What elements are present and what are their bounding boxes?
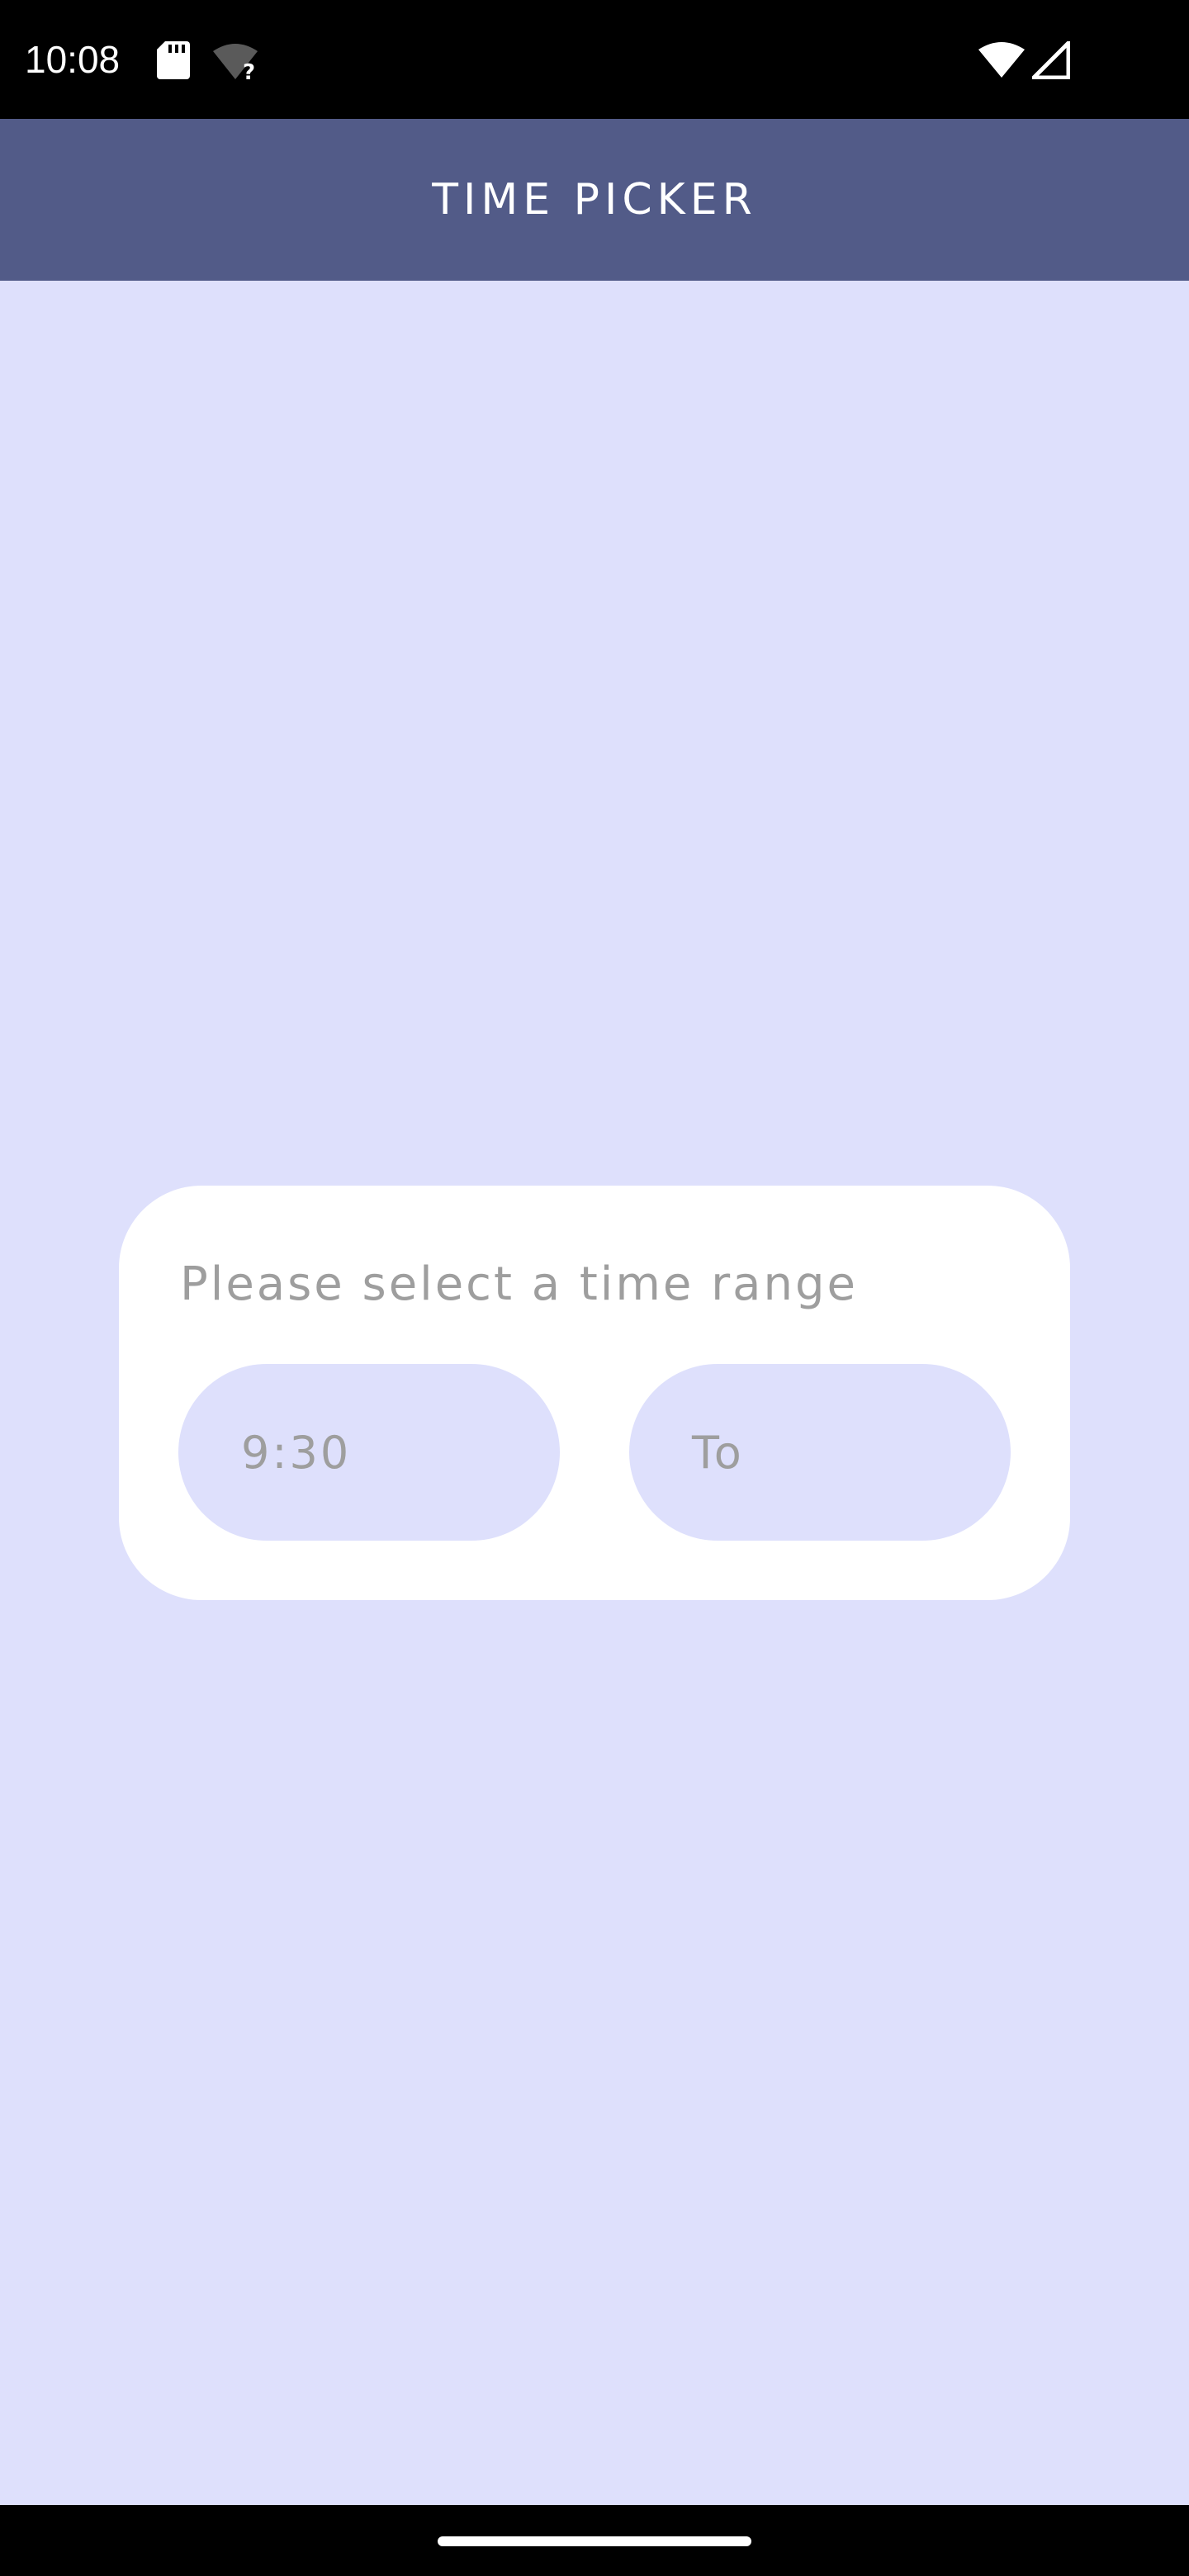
time-range-card: Please select a time range 9:30 To: [119, 1186, 1070, 1600]
status-time: 10:08: [25, 38, 121, 81]
home-handle[interactable]: [438, 2536, 751, 2546]
svg-text:?: ?: [243, 60, 255, 81]
start-time-button[interactable]: 9:30: [178, 1364, 560, 1541]
time-range-prompt: Please select a time range: [180, 1257, 858, 1311]
page-title: TIME PICKER: [432, 175, 757, 225]
sd-card-icon: [157, 41, 190, 79]
wifi-icon: [978, 41, 1025, 79]
navigation-bar: [0, 2505, 1189, 2576]
app-bar: TIME PICKER: [0, 119, 1189, 281]
end-time-button[interactable]: To: [629, 1364, 1011, 1541]
status-bar: 10:08 ?: [0, 0, 1189, 119]
wifi-unknown-icon: ?: [213, 43, 263, 85]
cell-signal-icon: [1028, 37, 1071, 80]
